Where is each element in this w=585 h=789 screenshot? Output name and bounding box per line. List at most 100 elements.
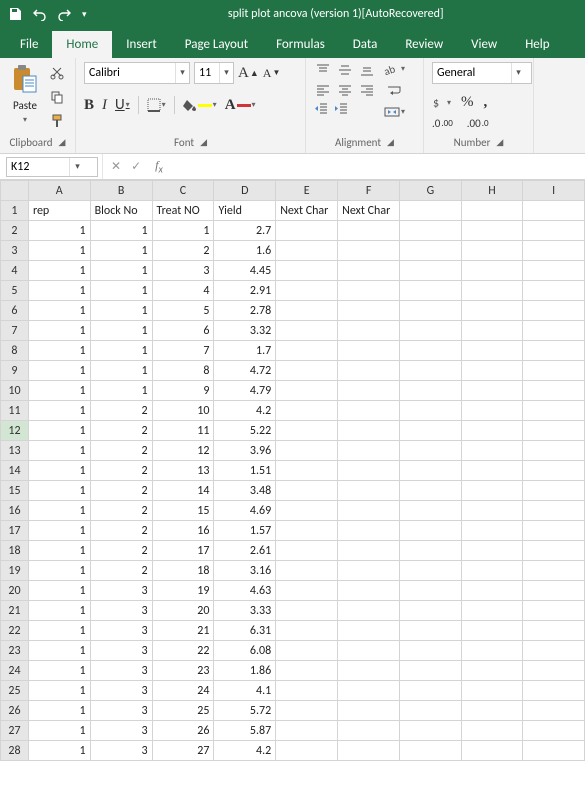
increase-indent-icon[interactable] [334,102,348,118]
cell[interactable]: 1 [90,241,152,261]
cell[interactable]: 24 [152,681,214,701]
column-header[interactable]: G [400,181,462,201]
cell[interactable] [461,641,523,661]
grow-font-button[interactable]: A▲ [238,65,259,82]
cell[interactable]: 1.6 [214,241,276,261]
cell[interactable]: 3 [90,601,152,621]
cell[interactable] [400,221,462,241]
column-header[interactable]: H [461,181,523,201]
row-header[interactable]: 5 [1,281,29,301]
cell[interactable] [276,461,338,481]
cell[interactable]: 1 [28,281,90,301]
cell[interactable] [461,401,523,421]
cell[interactable]: 3.33 [214,601,276,621]
cell[interactable] [338,661,400,681]
cell[interactable] [338,281,400,301]
cell[interactable] [400,601,462,621]
number-format-combo[interactable]: ▾ [432,62,532,84]
column-header[interactable]: I [523,181,585,201]
cell[interactable] [523,661,585,681]
cell[interactable]: 1 [28,321,90,341]
font-size-input[interactable] [195,63,219,83]
cell[interactable]: 6 [152,321,214,341]
cell[interactable] [276,641,338,661]
cell[interactable] [338,401,400,421]
cell[interactable] [461,481,523,501]
cell[interactable] [276,361,338,381]
cell[interactable] [523,241,585,261]
tab-formulas[interactable]: Formulas [262,31,339,58]
cell[interactable]: 1 [28,261,90,281]
cell[interactable]: Treat NO [152,201,214,221]
cell[interactable]: 1 [28,401,90,421]
cell[interactable]: 1 [28,641,90,661]
redo-icon[interactable] [58,7,72,21]
cell[interactable] [400,681,462,701]
cell[interactable] [400,241,462,261]
cell[interactable]: 1 [28,581,90,601]
cell[interactable] [276,561,338,581]
cell[interactable] [338,261,400,281]
wrap-text-button[interactable] [387,84,403,98]
align-middle-icon[interactable] [336,62,354,78]
cell[interactable]: 3 [90,641,152,661]
cell[interactable] [338,601,400,621]
cell[interactable] [523,401,585,421]
cell[interactable] [523,441,585,461]
cell[interactable] [523,721,585,741]
cell[interactable]: 1 [90,281,152,301]
cell[interactable]: 4.45 [214,261,276,281]
cell[interactable]: 4.2 [214,401,276,421]
cell[interactable]: 4.2 [214,741,276,761]
cell[interactable] [523,501,585,521]
cell[interactable] [338,581,400,601]
cell[interactable]: Next Char [276,201,338,221]
save-icon[interactable] [8,7,22,21]
cell[interactable] [523,741,585,761]
cell[interactable] [523,541,585,561]
cell[interactable]: 5.22 [214,421,276,441]
cell[interactable]: 2 [90,541,152,561]
cell[interactable]: 1 [28,501,90,521]
cell[interactable] [400,201,462,221]
cell[interactable] [400,661,462,681]
cell[interactable] [461,361,523,381]
cell[interactable] [338,241,400,261]
cell[interactable] [461,581,523,601]
cell[interactable] [276,341,338,361]
row-header[interactable]: 24 [1,661,29,681]
cell[interactable] [400,461,462,481]
cell[interactable]: 1 [28,621,90,641]
cell[interactable] [400,701,462,721]
cell[interactable]: 1 [28,601,90,621]
font-color-button[interactable]: A ▾ [225,97,256,114]
cell[interactable] [461,381,523,401]
cell[interactable] [523,381,585,401]
cell[interactable]: 4.63 [214,581,276,601]
cell[interactable]: 21 [152,621,214,641]
cell[interactable]: 3.16 [214,561,276,581]
cell[interactable] [276,701,338,721]
cell[interactable]: 5.87 [214,721,276,741]
align-right-icon[interactable] [358,82,376,98]
formula-input[interactable] [169,154,585,179]
cell[interactable]: 1 [90,321,152,341]
tab-page-layout[interactable]: Page Layout [171,31,262,58]
number-launcher-icon[interactable]: ◢ [496,137,503,148]
cell[interactable] [276,681,338,701]
cell[interactable] [338,301,400,321]
cell[interactable]: rep [28,201,90,221]
cell[interactable] [523,261,585,281]
cell[interactable] [338,461,400,481]
cell[interactable] [523,281,585,301]
tab-home[interactable]: Home [52,31,112,58]
cell[interactable]: 18 [152,561,214,581]
cell[interactable]: 17 [152,541,214,561]
cell[interactable] [276,501,338,521]
cell[interactable]: 13 [152,461,214,481]
cell[interactable]: 1 [28,481,90,501]
cell[interactable] [461,341,523,361]
cell[interactable] [400,581,462,601]
select-all-corner[interactable] [1,181,29,201]
cell[interactable] [523,301,585,321]
